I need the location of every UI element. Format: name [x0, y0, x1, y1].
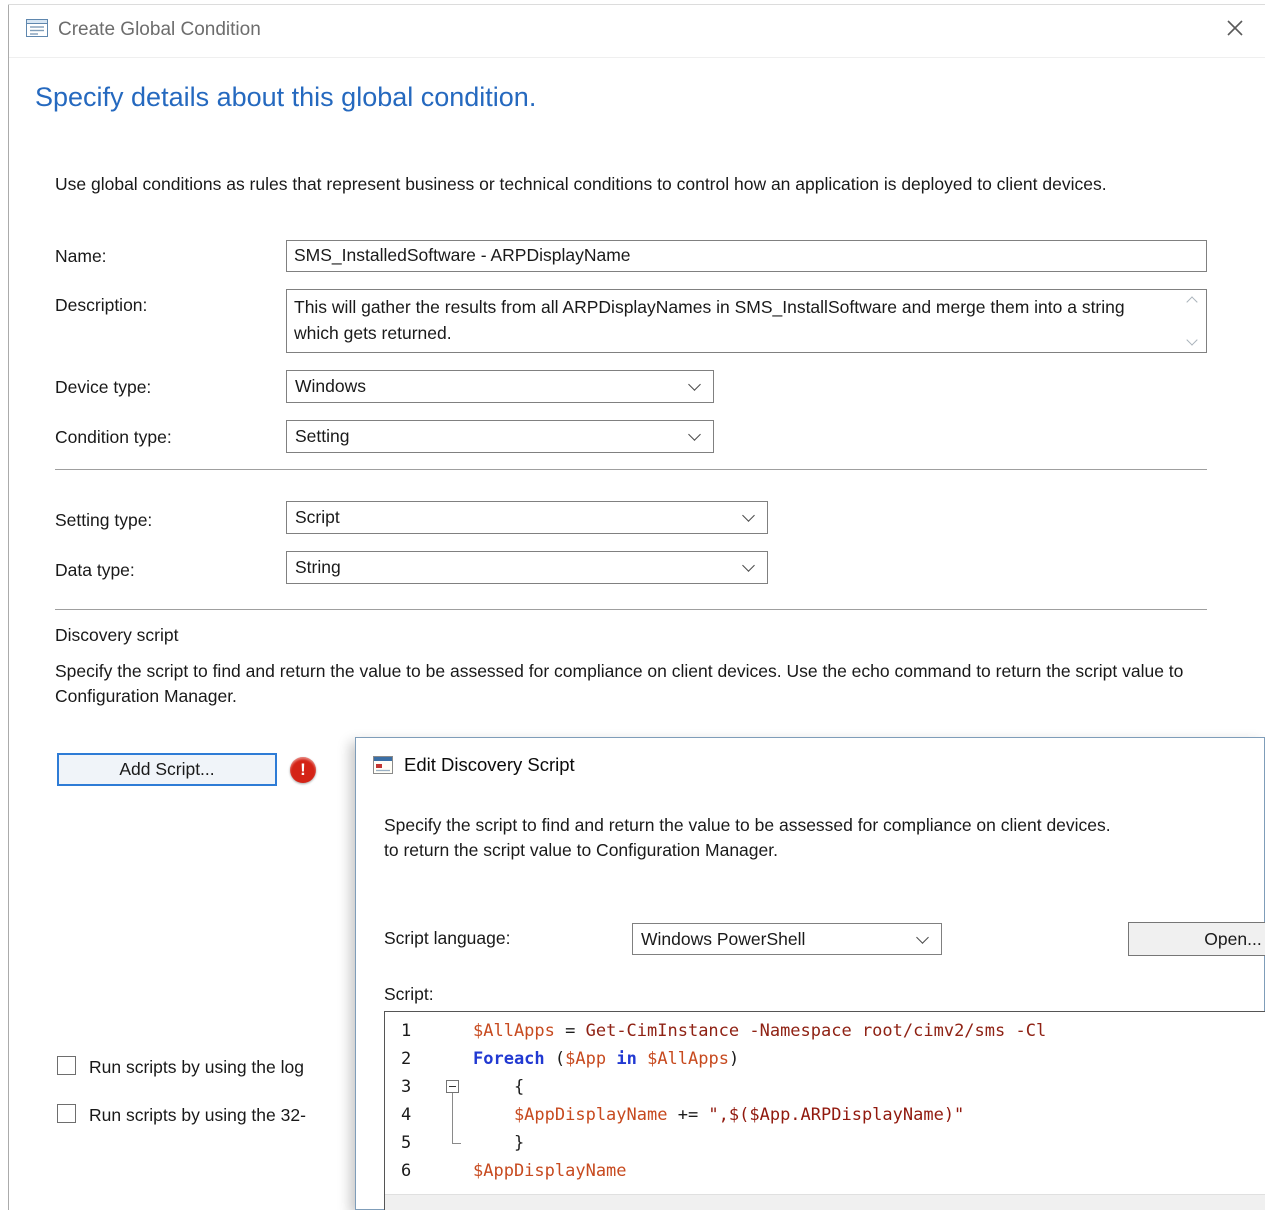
- run-as-logged-on-user-checkbox[interactable]: [57, 1056, 76, 1075]
- add-script-button[interactable]: Add Script...: [57, 753, 277, 786]
- data-type-label: Data type:: [55, 560, 135, 581]
- chevron-down-icon: [688, 378, 701, 391]
- edit-discovery-script-dialog: Edit Discovery Script Specify the script…: [355, 737, 1265, 1210]
- line-number: 1: [385, 1017, 435, 1045]
- line-number: 4: [385, 1101, 435, 1129]
- run-32bit-label: Run scripts by using the 32-: [89, 1105, 306, 1126]
- script-form-icon: [372, 754, 394, 776]
- line-number: 6: [385, 1157, 435, 1185]
- code-text: $AllApps = Get-CimInstance -Namespace ro…: [471, 1017, 1046, 1045]
- setting-type-value: Script: [295, 502, 340, 533]
- data-type-value: String: [295, 552, 341, 583]
- code-fold-margin: [435, 1157, 471, 1185]
- scroll-down-icon[interactable]: [1186, 334, 1197, 345]
- chevron-down-icon: [688, 428, 701, 441]
- code-line: 2 Foreach ($App in $AllApps): [385, 1045, 1265, 1073]
- script-editor[interactable]: 1 $AllApps = Get-CimInstance -Namespace r…: [384, 1011, 1265, 1210]
- page-title: Specify details about this global condit…: [35, 82, 536, 113]
- code-line: 4 $AppDisplayName += ",$($App.ARPDisplay…: [385, 1101, 1265, 1129]
- device-type-label: Device type:: [55, 377, 151, 398]
- setting-type-label: Setting type:: [55, 510, 152, 531]
- open-button[interactable]: Open...: [1128, 922, 1265, 956]
- code-text: {: [471, 1073, 524, 1101]
- validation-error-icon: !: [290, 757, 316, 783]
- code-line: 1 $AllApps = Get-CimInstance -Namespace r…: [385, 1017, 1265, 1045]
- code-line: 3 {: [385, 1073, 1265, 1101]
- line-number: 5: [385, 1129, 435, 1157]
- code-fold-marker: [435, 1101, 471, 1129]
- device-type-dropdown[interactable]: Windows: [286, 370, 714, 403]
- dialog-title: Edit Discovery Script: [404, 754, 575, 776]
- discovery-script-description: Specify the script to find and return th…: [55, 659, 1195, 709]
- script-language-dropdown[interactable]: Windows PowerShell: [632, 923, 942, 955]
- run-as-logged-on-user-label: Run scripts by using the log: [89, 1057, 304, 1078]
- code-fold-margin: [435, 1045, 471, 1073]
- description-text: This will gather the results from all AR…: [294, 294, 1154, 346]
- code-text: $AppDisplayName: [471, 1157, 627, 1185]
- code-fold-margin: [435, 1017, 471, 1045]
- code-text: }: [471, 1129, 524, 1157]
- window-title: Create Global Condition: [58, 19, 261, 41]
- code-text: $AppDisplayName += ",$($App.ARPDisplayNa…: [471, 1101, 964, 1129]
- close-icon[interactable]: [1222, 15, 1248, 41]
- condition-type-value: Setting: [295, 421, 349, 452]
- titlebar-divider: [9, 57, 1265, 58]
- code-line: 5 }: [385, 1129, 1265, 1157]
- section-divider: [55, 609, 1207, 610]
- scroll-up-icon[interactable]: [1186, 296, 1197, 307]
- code-text: Foreach ($App in $AllApps): [471, 1045, 739, 1073]
- line-number: 2: [385, 1045, 435, 1073]
- description-input[interactable]: This will gather the results from all AR…: [286, 289, 1207, 353]
- horizontal-scrollbar[interactable]: [385, 1194, 1265, 1210]
- device-type-value: Windows: [295, 371, 366, 402]
- dialog-description-line2: to return the script value to Configurat…: [384, 838, 1265, 863]
- chevron-down-icon: [742, 509, 755, 522]
- code-line: 6 $AppDisplayName: [385, 1157, 1265, 1185]
- setting-type-dropdown[interactable]: Script: [286, 501, 768, 534]
- run-32bit-checkbox[interactable]: [57, 1104, 76, 1123]
- section-divider: [55, 469, 1207, 470]
- window-left-border: [8, 4, 9, 1210]
- code-fold-marker[interactable]: [435, 1073, 471, 1101]
- create-global-condition-window: Create Global Condition Specify details …: [0, 0, 1265, 1210]
- condition-type-dropdown[interactable]: Setting: [286, 420, 714, 453]
- window-top-border: [8, 4, 1265, 5]
- chevron-down-icon: [916, 931, 929, 944]
- discovery-script-label: Discovery script: [55, 625, 179, 646]
- name-label: Name:: [55, 246, 107, 267]
- code-fold-marker: [435, 1129, 471, 1157]
- code-lines: 1 $AllApps = Get-CimInstance -Namespace r…: [385, 1017, 1265, 1185]
- chevron-down-icon: [742, 559, 755, 572]
- intro-text: Use global conditions as rules that repr…: [55, 172, 1190, 197]
- line-number: 3: [385, 1073, 435, 1101]
- dialog-description: Specify the script to find and return th…: [384, 813, 1265, 863]
- name-input[interactable]: SMS_InstalledSoftware - ARPDisplayName: [286, 240, 1207, 272]
- description-label: Description:: [55, 295, 147, 316]
- script-label: Script:: [384, 984, 434, 1005]
- global-condition-icon: [25, 16, 49, 40]
- condition-type-label: Condition type:: [55, 427, 172, 448]
- script-language-label: Script language:: [384, 928, 510, 949]
- script-language-value: Windows PowerShell: [641, 924, 805, 955]
- data-type-dropdown[interactable]: String: [286, 551, 768, 584]
- dialog-description-line1: Specify the script to find and return th…: [384, 813, 1265, 838]
